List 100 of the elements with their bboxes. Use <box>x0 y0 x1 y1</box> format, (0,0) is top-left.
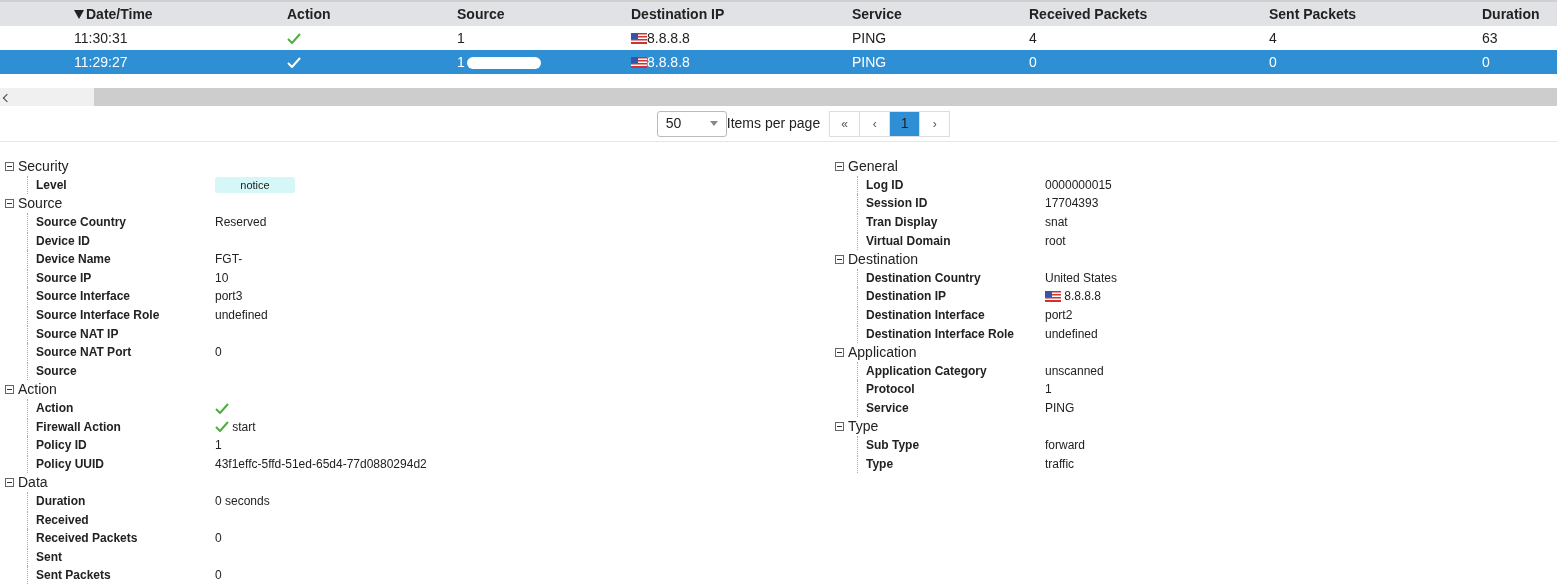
group-title: Destination <box>848 249 919 269</box>
table-cell: 0 <box>1029 53 1037 70</box>
page-button[interactable]: 1 <box>889 110 921 137</box>
field-label: Source Country <box>36 215 126 230</box>
flag-icon <box>1045 290 1061 302</box>
check-icon <box>287 33 301 45</box>
group-title: Action <box>18 379 57 399</box>
field-label: Received <box>36 512 89 527</box>
field-label: Level <box>36 177 67 192</box>
field-label: Source Interface Role <box>36 308 160 323</box>
column-header[interactable]: Action <box>283 1 453 26</box>
field-value: 10 <box>215 269 229 287</box>
field-value: port2 <box>1045 307 1073 325</box>
field-label: Destination Interface <box>866 308 985 323</box>
table-cell: 0 <box>1269 53 1277 70</box>
field-value: 0 <box>215 567 222 585</box>
table-cell: 8.8.8.8 <box>647 29 690 46</box>
field-label: Log ID <box>866 177 904 192</box>
table-cell: PING <box>852 53 887 70</box>
field-value: 8.8.8.8 <box>1064 288 1101 306</box>
field-label: Device Name <box>36 252 111 267</box>
field-label: Virtual Domain <box>866 233 951 248</box>
field-label: Tran Display <box>866 215 938 230</box>
collapse-toggle[interactable] <box>835 161 844 171</box>
collapse-toggle[interactable] <box>835 254 844 264</box>
field-label: Type <box>866 456 894 471</box>
field-value: 1 <box>1045 381 1052 399</box>
flag-icon <box>631 33 647 45</box>
table-cell: 4 <box>1269 29 1277 46</box>
page-size-label: Items per page <box>726 114 821 133</box>
collapse-toggle[interactable] <box>5 199 14 208</box>
group-title: Data <box>18 472 48 492</box>
field-value: start <box>232 418 256 436</box>
field-label: Source Interface <box>36 289 131 304</box>
field-label: Protocol <box>866 382 915 397</box>
column-header[interactable]: Source <box>453 1 627 26</box>
field-label: Application Category <box>866 363 987 378</box>
collapse-toggle[interactable] <box>835 347 844 357</box>
page-button[interactable]: « <box>829 110 861 137</box>
group-title: Type <box>848 417 879 437</box>
caret-icon <box>709 121 718 126</box>
field-value: root <box>1045 232 1066 250</box>
field-label: Service <box>866 401 909 415</box>
table-cell: 4 <box>1029 29 1037 46</box>
column-header[interactable]: Sent Packets <box>1265 1 1478 26</box>
field-label: Action <box>36 401 74 415</box>
group-title: Security <box>18 156 69 176</box>
field-value: unscanned <box>1045 362 1104 380</box>
field-label: Source NAT IP <box>36 326 119 341</box>
field-value: FGT- <box>215 251 243 269</box>
collapse-toggle[interactable] <box>835 422 844 432</box>
field-value: PING <box>1045 400 1075 417</box>
column-header[interactable]: Date/Time <box>70 1 283 26</box>
field-label: Sent <box>36 549 62 564</box>
field-value: United States <box>1045 269 1118 287</box>
field-label: Source NAT Port <box>36 345 132 360</box>
table-cell: PING <box>852 29 887 46</box>
field-label: Destination IP <box>866 289 946 304</box>
field-value: 0 seconds <box>215 493 270 510</box>
field-label: Policy UUID <box>36 456 104 471</box>
column-header[interactable]: Duration <box>1478 1 1557 26</box>
field-value: 0 <box>215 344 222 362</box>
group-title: Application <box>848 342 917 362</box>
group-title: Source <box>18 194 63 213</box>
table-cell: 1 <box>457 29 465 46</box>
field-value: undefined <box>1045 325 1098 343</box>
page-button[interactable]: ‹ <box>859 110 891 137</box>
field-label: Sent Packets <box>36 568 111 583</box>
field-value: forward <box>1045 437 1085 455</box>
column-header[interactable]: Service <box>848 1 1025 26</box>
group-title: General <box>848 156 898 176</box>
field-label: Source IP <box>36 270 92 285</box>
field-value: 1 <box>215 437 222 455</box>
collapse-toggle[interactable] <box>5 384 14 394</box>
table-cell: 1 <box>457 53 465 70</box>
column-header[interactable]: Destination IP <box>627 1 848 26</box>
field-value: snat <box>1045 214 1068 232</box>
field-label: Session ID <box>866 196 928 211</box>
collapse-toggle[interactable] <box>5 161 14 171</box>
field-label: Firewall Action <box>36 419 121 434</box>
field-value: 0000000015 <box>1045 176 1112 194</box>
page-size-select[interactable]: 50 <box>656 110 727 137</box>
page-button[interactable]: › <box>919 110 951 137</box>
column-header[interactable]: Received Packets <box>1025 1 1265 26</box>
field-value: 17704393 <box>1045 195 1099 213</box>
field-label: Destination Country <box>866 270 981 285</box>
field-label: Duration <box>36 494 86 508</box>
table-cell: 63 <box>1482 29 1498 46</box>
collapse-toggle[interactable] <box>5 477 14 487</box>
table-cell: 11:29:27 <box>74 53 128 70</box>
field-value: Reserved <box>215 214 267 232</box>
field-label: Policy ID <box>36 438 87 453</box>
flag-icon <box>631 57 647 69</box>
field-value: port3 <box>215 288 243 306</box>
level-badge: notice <box>215 176 295 194</box>
table-cell: 8.8.8.8 <box>647 53 690 70</box>
field-value: undefined <box>215 307 268 325</box>
check-icon <box>215 421 229 433</box>
field-value: traffic <box>1045 455 1075 473</box>
field-value: 43f1effc-5ffd-51ed-65d4-77d0880294d2 <box>215 455 427 473</box>
